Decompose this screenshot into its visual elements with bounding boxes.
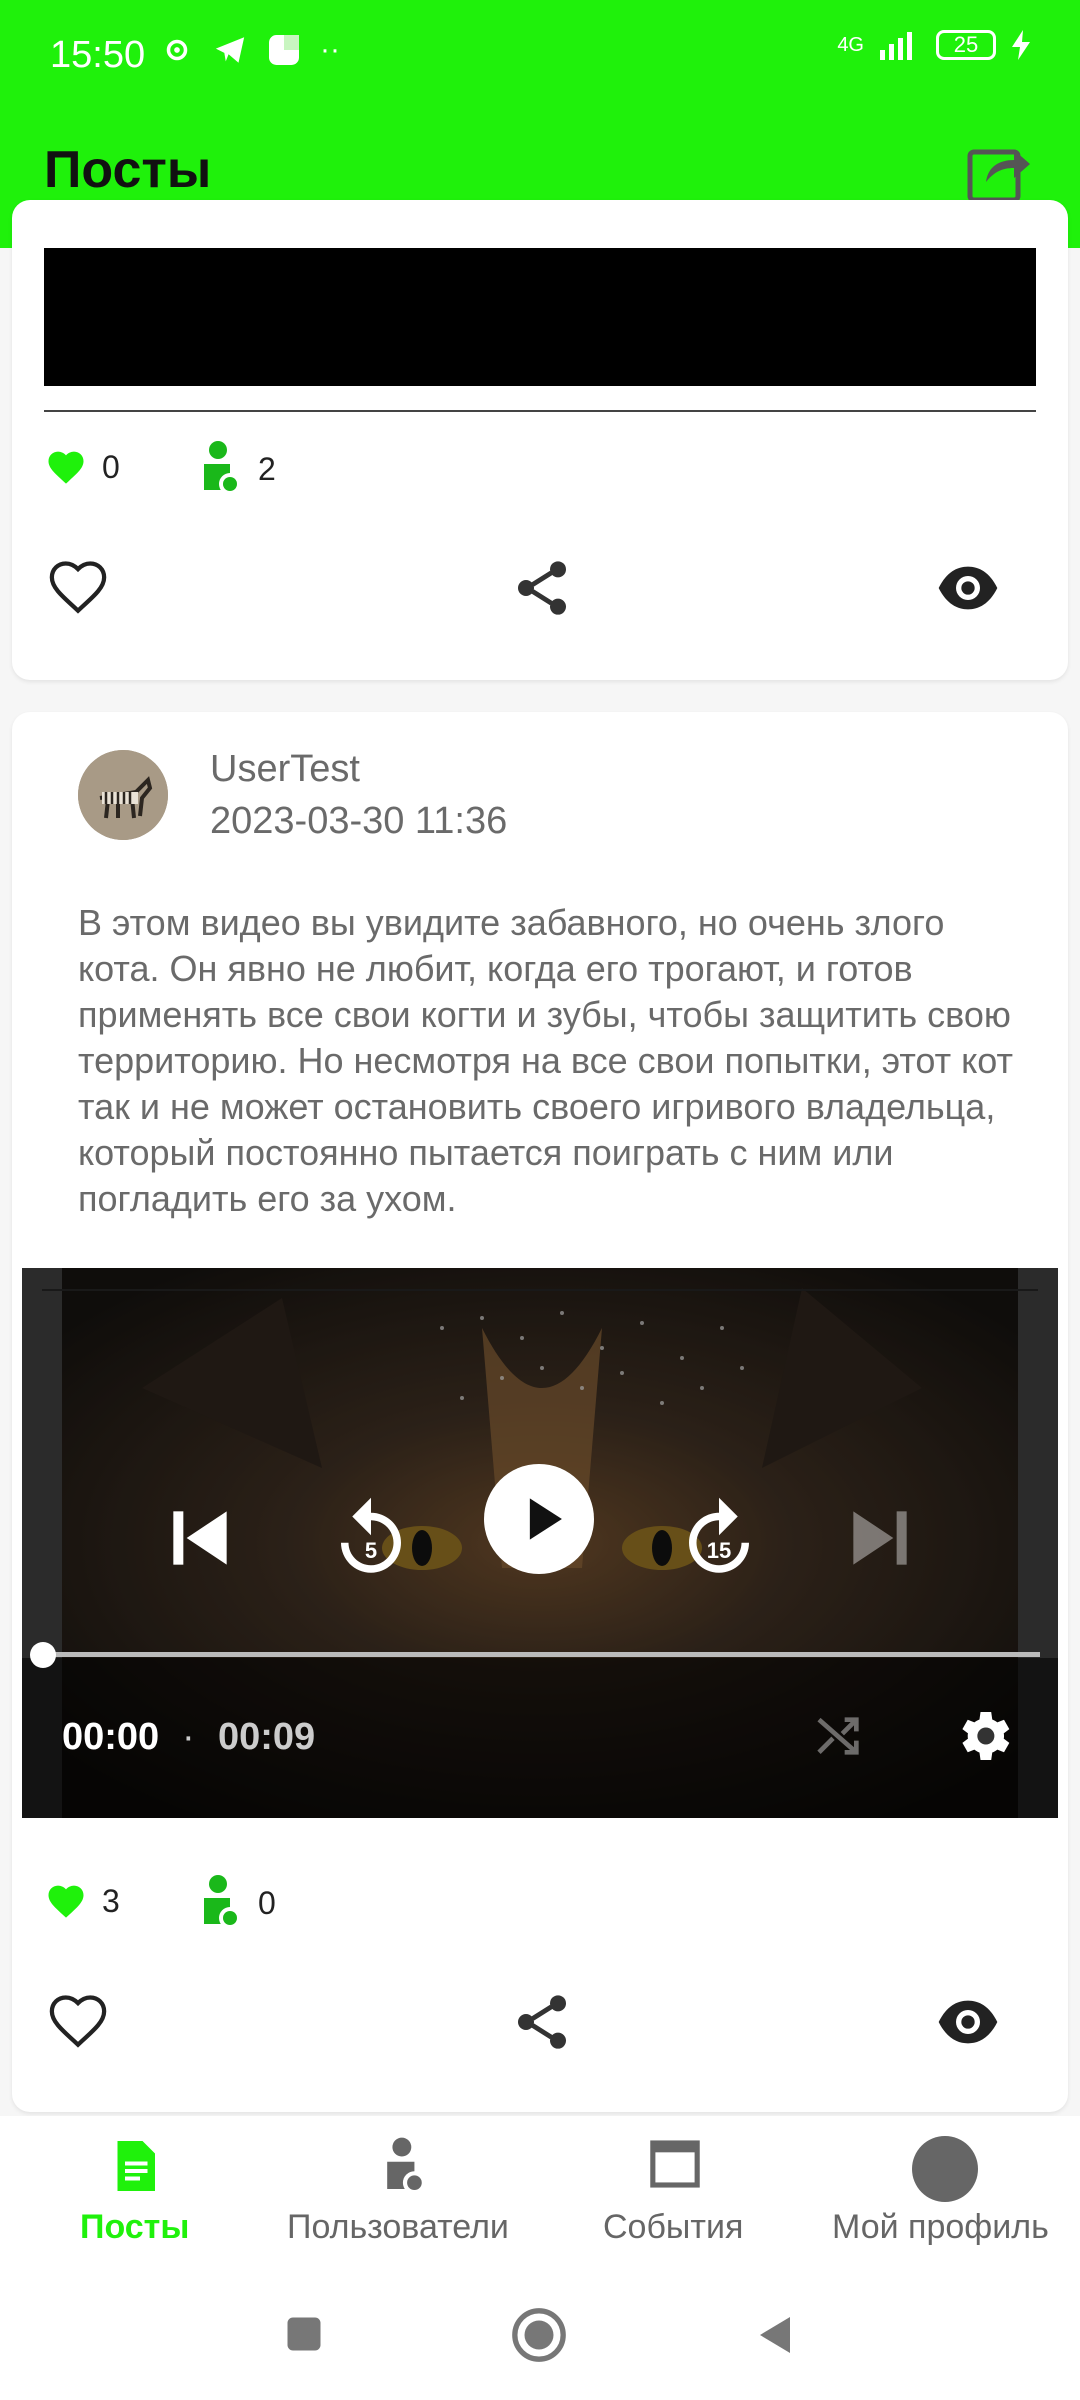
post-text: В этом видео вы увидите забавного, но оч…: [78, 902, 1013, 1219]
share-icon[interactable]: [510, 556, 574, 620]
seek-thumb[interactable]: [30, 1642, 56, 1668]
shuffle-icon[interactable]: [812, 1708, 868, 1764]
users-stat: 2: [200, 440, 276, 498]
signal-icon: [880, 32, 912, 60]
recent-apps-icon[interactable]: [282, 2312, 326, 2356]
post-media[interactable]: [44, 248, 1036, 386]
more-notifications-icon: ··: [320, 33, 340, 66]
back-icon[interactable]: [752, 2310, 800, 2360]
settings-status-icon: [166, 39, 188, 61]
status-system-icons: 4G 25: [837, 30, 1032, 60]
avatar[interactable]: [78, 750, 168, 840]
video-time-separator: ·: [182, 1716, 195, 1758]
nav-label-posts: Посты: [80, 2208, 190, 2246]
document-icon: [117, 2141, 155, 2191]
nav-item-posts[interactable]: [0, 2136, 270, 2201]
post-author[interactable]: UserTest: [210, 748, 360, 791]
battery-level: 25: [953, 32, 979, 57]
video-control-bar: [22, 1658, 1058, 1818]
users-stat: 0: [200, 1874, 276, 1932]
forward-seconds: 15: [706, 1538, 732, 1563]
window-icon: [650, 2140, 700, 2188]
users-count: 2: [258, 450, 276, 487]
heart-filled-icon: [48, 451, 84, 484]
user-icon: [387, 2137, 426, 2195]
status-notification-icons: ··: [160, 32, 340, 68]
seek-bar[interactable]: [42, 1652, 1040, 1657]
settings-icon[interactable]: [952, 1704, 1016, 1768]
heart-filled-icon: [48, 1885, 84, 1918]
status-time: 15:50: [50, 34, 146, 76]
nav-label-events: События: [603, 2208, 744, 2246]
likes-stat: 3: [46, 1882, 120, 1920]
rewind-seconds: 5: [364, 1538, 378, 1563]
video-current-time: 00:00: [62, 1716, 160, 1758]
play-icon: [529, 1498, 562, 1540]
user-icon: [204, 1875, 241, 1929]
video-player[interactable]: 5 15 00:00 · 00:09: [22, 1268, 1058, 1818]
users-count: 0: [258, 1884, 276, 1921]
nav-label-profile: Мой профиль: [832, 2208, 1049, 2246]
telegram-status-icon: [215, 37, 245, 63]
like-button-icon[interactable]: [46, 556, 110, 620]
nav-item-events[interactable]: [540, 2136, 810, 2197]
share-icon[interactable]: [510, 1990, 574, 2054]
forward-button[interactable]: 15: [674, 1494, 764, 1584]
video-duration: 00:09: [218, 1716, 316, 1758]
likes-count: 3: [102, 1882, 120, 1919]
profile-avatar-icon: [912, 2136, 978, 2202]
divider: [44, 410, 1036, 412]
post-timestamp: 2023-03-30 11:36: [210, 800, 508, 842]
likes-count: 0: [102, 448, 120, 485]
rewind-button[interactable]: 5: [326, 1494, 416, 1584]
network-type: 4G: [837, 33, 864, 56]
nav-label-users: Пользователи: [287, 2208, 509, 2246]
likes-stat: 0: [46, 448, 120, 486]
charging-icon: [1012, 30, 1030, 60]
nav-item-profile[interactable]: [810, 2136, 1080, 2202]
view-icon[interactable]: [936, 1990, 1000, 2054]
share-external-icon[interactable]: [964, 136, 1034, 206]
nav-item-users[interactable]: [270, 2136, 540, 2203]
like-button-icon[interactable]: [46, 1990, 110, 2054]
next-icon[interactable]: [840, 1498, 920, 1578]
app-status-icon: [269, 35, 299, 65]
zebra-avatar-icon: [78, 750, 168, 840]
home-icon[interactable]: [510, 2306, 568, 2364]
battery-icon: 25: [936, 30, 996, 60]
view-icon[interactable]: [936, 556, 1000, 620]
user-icon: [204, 441, 241, 495]
page-title: Посты: [44, 141, 212, 199]
play-button[interactable]: [484, 1464, 594, 1574]
previous-icon[interactable]: [160, 1498, 240, 1578]
